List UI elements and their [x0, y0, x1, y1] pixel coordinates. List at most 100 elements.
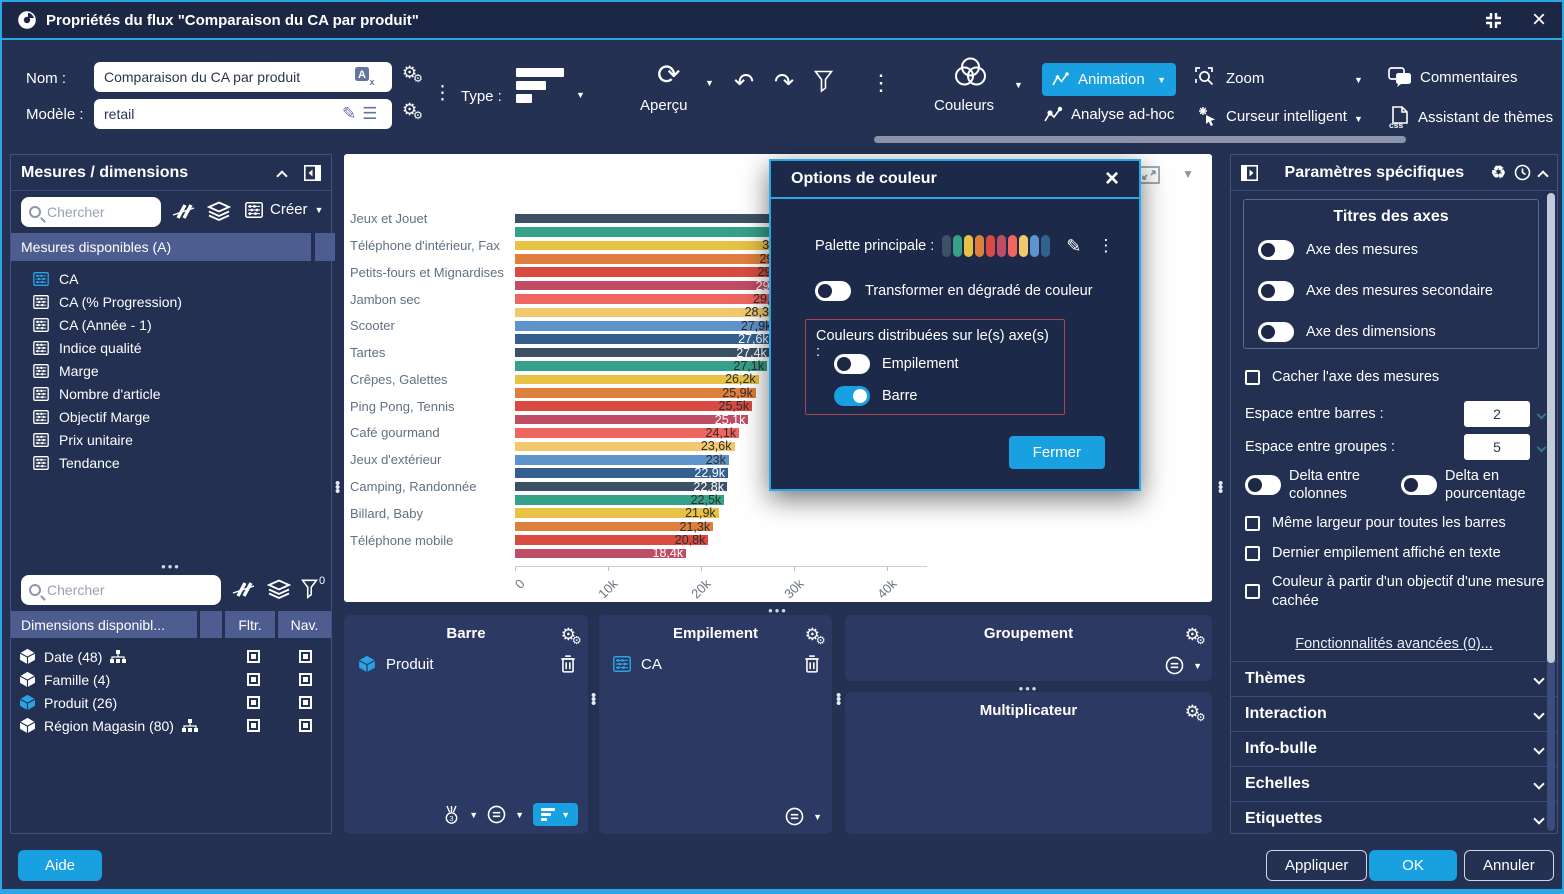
model-settings-gears-icon[interactable]: ⚙⚙: [402, 100, 417, 120]
undo-icon[interactable]: ↶: [734, 68, 754, 97]
close-window-icon[interactable]: ×: [1532, 8, 1546, 32]
bins-splitter-1[interactable]: •••: [591, 694, 596, 706]
close-modal-button[interactable]: Fermer: [1009, 436, 1105, 469]
preview-refresh-icon[interactable]: ⟳: [657, 58, 680, 91]
dimension-row[interactable]: Produit (26): [11, 691, 331, 714]
help-button[interactable]: Aide: [18, 850, 102, 881]
bar[interactable]: 25,5k: [515, 401, 752, 411]
preview-caret-icon[interactable]: ▼: [705, 78, 714, 88]
bar[interactable]: 23k: [515, 455, 729, 465]
bar-spacing-caret-icon[interactable]: [1537, 409, 1547, 419]
aggregate-icon[interactable]: [487, 805, 506, 824]
bar[interactable]: 27,9k: [515, 321, 775, 331]
ok-button[interactable]: OK: [1369, 850, 1457, 881]
toolbar-horizontal-scrollbar[interactable]: [874, 136, 1406, 143]
bar[interactable]: 29,7k: [515, 267, 791, 277]
palette-swatch[interactable]: [1008, 235, 1017, 257]
aggregate-icon[interactable]: [1165, 656, 1184, 675]
measure-item[interactable]: Prix unitaire: [11, 428, 331, 451]
bar[interactable]: 27,4k: [515, 348, 770, 358]
bar[interactable]: 27,6k: [515, 334, 772, 344]
bar[interactable]: 29,9k: [515, 254, 793, 264]
hide-empty-icon[interactable]: [231, 581, 256, 598]
gradient-toggle[interactable]: [815, 281, 851, 301]
bar[interactable]: 26,2k: [515, 375, 759, 385]
preview-label[interactable]: Aperçu: [640, 97, 688, 114]
measures-list-header[interactable]: Mesures disponibles (A): [11, 233, 311, 261]
bar[interactable]: 22,5k: [515, 495, 724, 505]
measure-item[interactable]: Marge: [11, 359, 331, 382]
nav-checkbox[interactable]: [299, 719, 312, 732]
bar-bin-item[interactable]: Produit: [358, 655, 576, 673]
colors-venn-icon[interactable]: [952, 56, 989, 88]
last-stack-text-checkbox[interactable]: [1245, 546, 1260, 561]
palette-swatch[interactable]: [986, 235, 995, 257]
hide-measures-axis-checkbox[interactable]: [1245, 370, 1260, 385]
bar[interactable]: 29,2k: [515, 294, 787, 304]
measure-item[interactable]: CA: [11, 267, 331, 290]
chart-type-icon[interactable]: [516, 68, 568, 103]
bar[interactable]: 28,3k: [515, 308, 778, 318]
measure-item[interactable]: Nombre d'article: [11, 382, 331, 405]
comments-button[interactable]: Commentaires: [1388, 67, 1518, 87]
palette-swatch[interactable]: [953, 235, 962, 257]
bar[interactable]: 31,2k: [515, 227, 805, 237]
dimensions-list-header[interactable]: Dimensions disponibl...: [11, 611, 197, 638]
apply-button[interactable]: Appliquer: [1266, 850, 1367, 881]
palette-swatch[interactable]: [1019, 235, 1028, 257]
panel-splitter-handle[interactable]: •••: [11, 559, 331, 574]
palette-swatch[interactable]: [1041, 235, 1050, 257]
palette-swatch[interactable]: [975, 235, 984, 257]
settings-scrollbar-track[interactable]: [1547, 193, 1555, 831]
toolbar-overflow-dots-icon[interactable]: ⋮: [870, 70, 892, 96]
measures-axis-toggle[interactable]: [1258, 240, 1294, 260]
animation-button[interactable]: Animation ▼: [1042, 63, 1176, 96]
fields-overflow-dots-icon[interactable]: ⋮: [433, 82, 452, 105]
chart-menu-caret-icon[interactable]: ▼: [1182, 167, 1194, 181]
bar[interactable]: 22,9k: [515, 468, 728, 478]
bar[interactable]: 30,2k: [515, 241, 796, 251]
filter-icon[interactable]: [814, 70, 833, 93]
expand-chart-icon[interactable]: [1138, 166, 1160, 184]
aggregate-icon[interactable]: [785, 807, 804, 826]
bar-bin-gears-icon[interactable]: ⚙⚙: [561, 625, 576, 645]
delta-columns-toggle[interactable]: [1245, 475, 1281, 495]
bar-colors-toggle[interactable]: [834, 386, 870, 406]
aggregate-caret-icon[interactable]: ▼: [813, 812, 822, 822]
palette-swatch[interactable]: [942, 235, 951, 257]
chart-type-caret-icon[interactable]: ▼: [576, 90, 585, 100]
theme-assistant-button[interactable]: css Assistant de thèmes: [1388, 106, 1553, 129]
accordion-section[interactable]: Interaction: [1231, 696, 1557, 731]
bins-splitter-2[interactable]: •••: [836, 694, 841, 706]
collapse-panel-chevron-icon[interactable]: [276, 170, 287, 181]
colors-caret-icon[interactable]: ▼: [1014, 80, 1023, 90]
top-n-medal-icon[interactable]: 3: [443, 805, 460, 825]
smart-cursor-button[interactable]: Curseur intelligent: [1196, 106, 1347, 127]
advanced-features-link[interactable]: Fonctionnalités avancées (0)...: [1295, 636, 1492, 652]
dimensions-header-filter[interactable]: Fltr.: [225, 611, 275, 638]
nav-checkbox[interactable]: [299, 650, 312, 663]
reset-settings-icon[interactable]: ♻: [1491, 163, 1506, 183]
flow-name-input[interactable]: [94, 62, 392, 92]
palette-swatch[interactable]: [1030, 235, 1039, 257]
dimensions-header-nav[interactable]: Nav.: [278, 611, 331, 638]
secondary-axis-toggle[interactable]: [1258, 281, 1294, 301]
dimension-row[interactable]: Région Magasin (80): [11, 714, 331, 737]
bar[interactable]: 20,8k: [515, 535, 708, 545]
smart-cursor-caret-icon[interactable]: ▼: [1354, 114, 1363, 124]
zoom-tool-button[interactable]: Zoom: [1194, 66, 1264, 90]
bar-spacing-input[interactable]: 2: [1464, 401, 1530, 427]
name-settings-gears-icon[interactable]: ⚙⚙: [402, 63, 417, 83]
zoom-caret-icon[interactable]: ▼: [1354, 75, 1363, 85]
dimensions-axis-toggle[interactable]: [1258, 322, 1294, 342]
nav-checkbox[interactable]: [299, 673, 312, 686]
palette-swatches[interactable]: [942, 235, 1052, 257]
create-measure-button[interactable]: Créer ▼: [245, 201, 323, 218]
bar[interactable]: 25,1k: [515, 415, 748, 425]
filter-checkbox[interactable]: [247, 650, 260, 663]
measure-item[interactable]: Indice qualité: [11, 336, 331, 359]
history-clock-icon[interactable]: [1514, 164, 1531, 181]
bar[interactable]: 18,4k: [515, 549, 686, 559]
accordion-section[interactable]: Thèmes: [1231, 661, 1557, 696]
same-width-checkbox[interactable]: [1245, 516, 1260, 531]
